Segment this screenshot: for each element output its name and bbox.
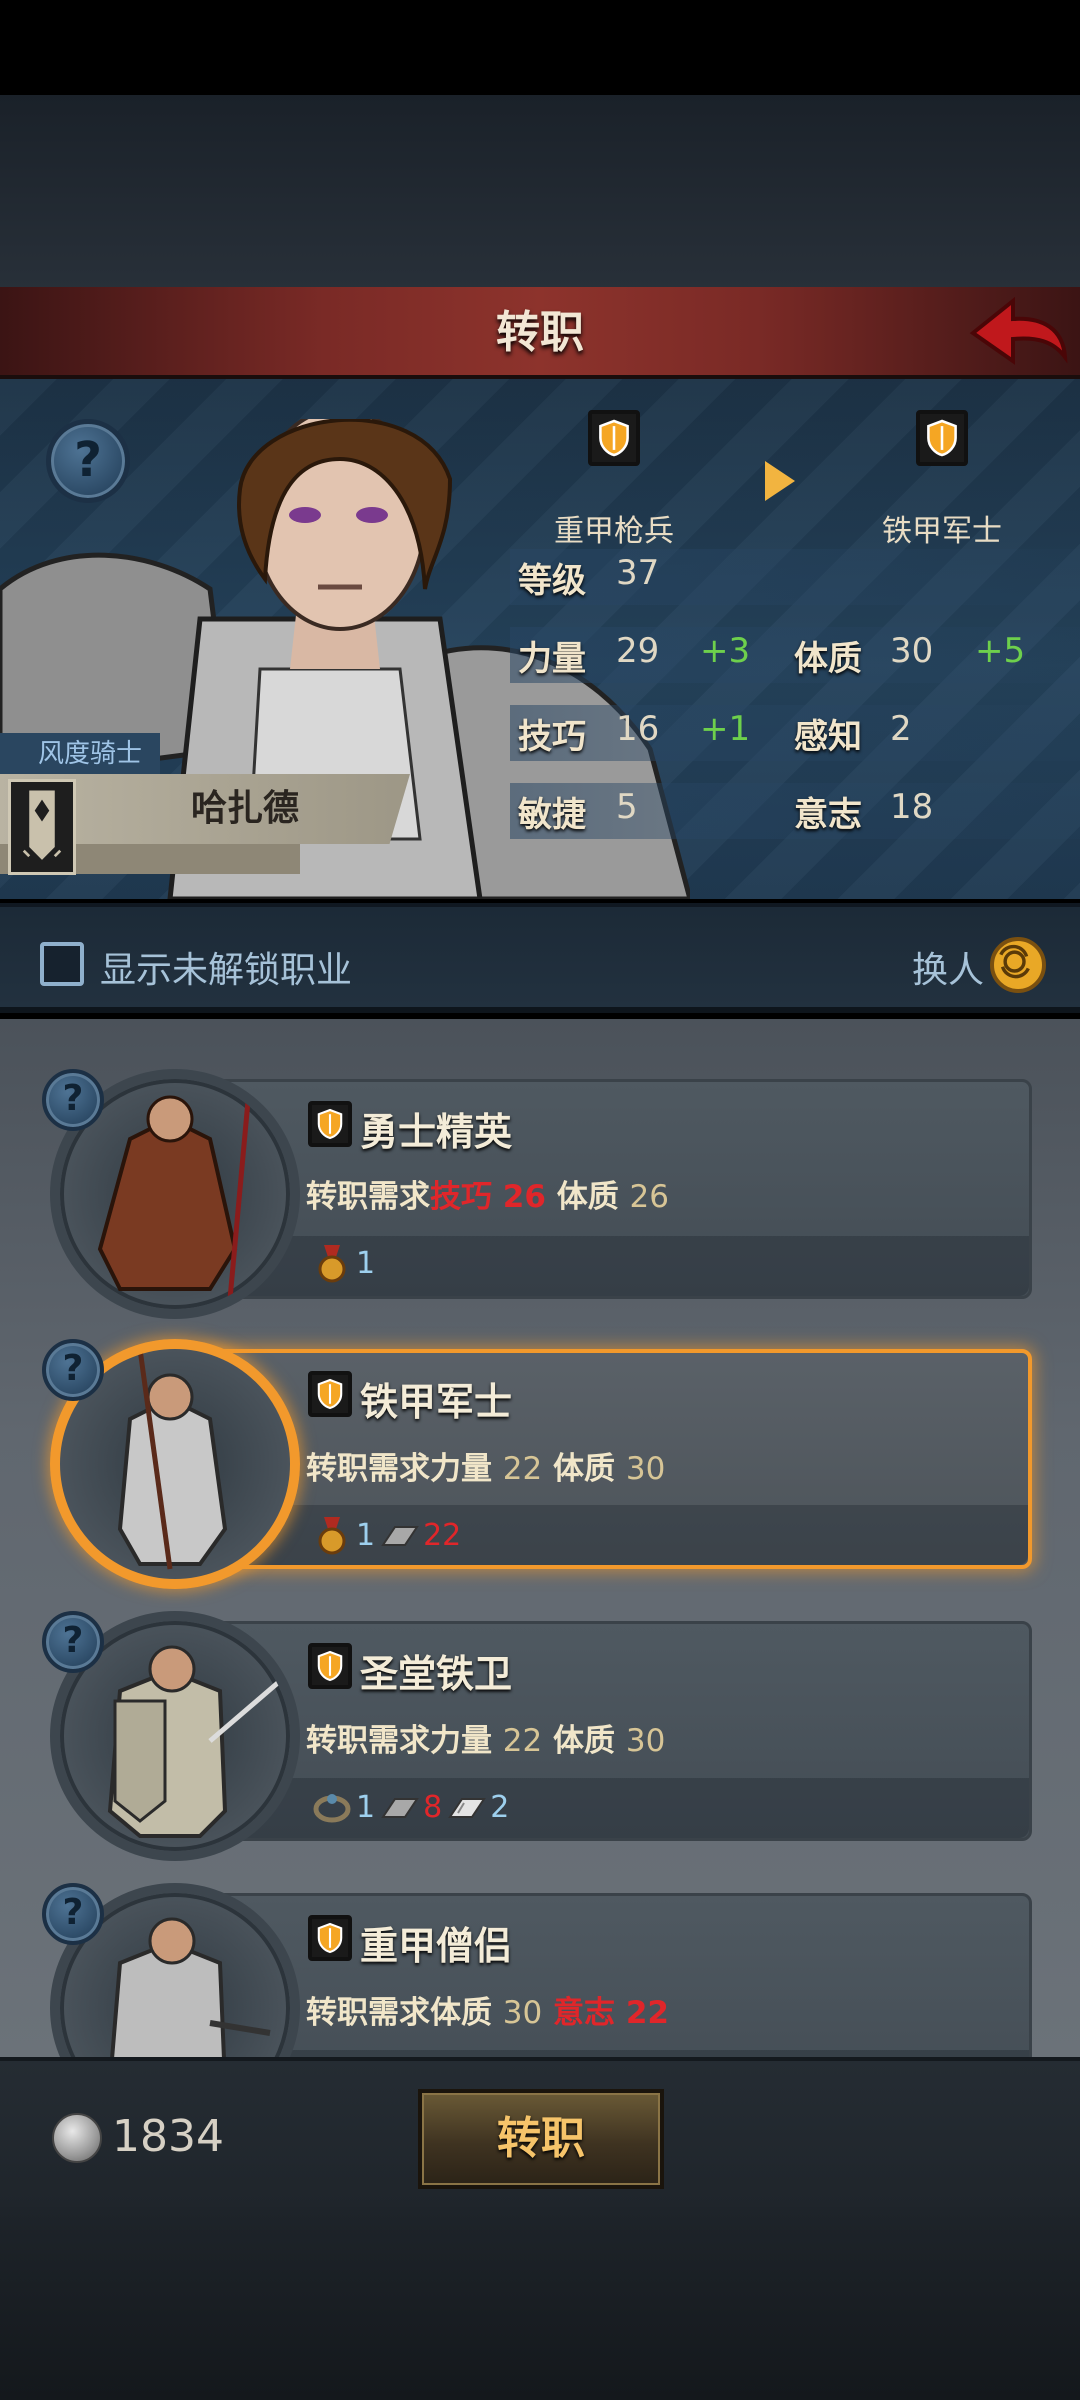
str-value: 29: [616, 631, 660, 671]
agi-value: 5: [616, 787, 638, 827]
steel-ingot-icon: [448, 1798, 487, 1818]
bottom-bar: 1834 转职: [0, 2057, 1080, 2207]
hero-name: 哈扎德: [190, 788, 299, 829]
per-value: 2: [890, 709, 912, 749]
level-value: 37: [616, 553, 660, 593]
item-count: 1: [356, 1245, 376, 1281]
target-class-icon: [916, 410, 968, 466]
title-bar: 转职: [0, 287, 1080, 379]
item-count: 1: [356, 1517, 376, 1553]
job-help-button-4[interactable]: ?: [42, 1883, 104, 1945]
will-value: 18: [890, 787, 934, 827]
job-req-1: 转职需求技巧 26 体质 26: [306, 1179, 669, 1215]
job-req-4: 转职需求体质 30 意志 22: [306, 1995, 669, 2031]
job-class-icon-4: [308, 1915, 352, 1961]
per-label: 感知: [794, 717, 862, 757]
job-help-button-2[interactable]: ?: [42, 1339, 104, 1401]
arrow-right-icon: [765, 461, 795, 501]
top-background: [0, 95, 1080, 290]
bottom-background: [0, 2207, 1080, 2400]
item-count: 22: [423, 1517, 462, 1553]
job-list: ? 勇士精英 转职需求技巧 26 体质 26 1 ? 铁甲军士 转职需求力量 2…: [0, 1019, 1080, 2057]
item-count: 2: [490, 1789, 510, 1825]
medal-icon: [318, 1245, 346, 1283]
skill-bonus: +1: [700, 709, 751, 749]
con-value: 30: [890, 631, 934, 671]
hero-panel: ? 风度骑士 哈扎德 重甲枪兵 铁甲军士 等级 37 力量 29 +3 体质 3…: [0, 379, 1080, 899]
status-bar: [0, 0, 1080, 95]
str-bonus: +3: [700, 631, 751, 671]
job-help-button-3[interactable]: ?: [42, 1611, 104, 1673]
str-label: 力量: [518, 639, 586, 679]
job-help-button-1[interactable]: ?: [42, 1069, 104, 1131]
job-req-2: 转职需求力量 22 体质 30: [306, 1451, 666, 1487]
job-title-1: 勇士精英: [360, 1110, 513, 1154]
con-bonus: +5: [975, 631, 1026, 671]
subclass-tag: 风度骑士: [0, 733, 160, 775]
medal-icon: [318, 1517, 346, 1555]
skill-value: 16: [616, 709, 660, 749]
job-class-icon-2: [308, 1371, 352, 1417]
job-class-icon-1: [308, 1101, 352, 1147]
job-title-3: 圣堂铁卫: [360, 1652, 513, 1696]
con-label: 体质: [794, 639, 862, 679]
agi-label: 敏捷: [518, 795, 586, 835]
show-locked-checkbox[interactable]: [40, 942, 84, 986]
skill-label: 技巧: [518, 717, 586, 757]
silver-coin-icon: [52, 2113, 102, 2163]
filter-bar: 显示未解锁职业 换人: [0, 903, 1080, 1013]
current-class-name: 重甲枪兵: [554, 514, 674, 549]
ring-icon: [313, 1794, 351, 1823]
guild-emblem-icon: [8, 779, 76, 875]
job-class-icon-3: [308, 1643, 352, 1689]
job-title-4: 重甲僧侣: [360, 1924, 513, 1968]
item-count: 8: [423, 1789, 443, 1825]
iron-ingot-icon: [381, 1798, 419, 1818]
page-title: 转职: [496, 307, 584, 358]
swap-hero-label[interactable]: 换人: [912, 941, 984, 993]
confirm-job-change-button[interactable]: 转职: [418, 2089, 664, 2189]
card-strip: [203, 2050, 1029, 2057]
level-label: 等级: [518, 561, 586, 601]
stat-row-level: [510, 549, 1080, 605]
swap-hero-icon[interactable]: [990, 937, 1046, 993]
job-items-3: 1 8 2: [312, 1787, 509, 1827]
currency-amount: 1834: [112, 2111, 224, 2162]
job-title-2: 铁甲军士: [360, 1380, 513, 1424]
job-items-1: 1: [312, 1243, 375, 1283]
will-label: 意志: [794, 795, 862, 835]
job-items-2: 1 22: [312, 1515, 461, 1555]
iron-ingot-icon: [381, 1526, 419, 1546]
target-class-name: 铁甲军士: [882, 514, 1002, 549]
current-class-icon: [588, 410, 640, 466]
job-req-3: 转职需求力量 22 体质 30: [306, 1723, 666, 1759]
item-count: 1: [356, 1789, 376, 1825]
back-arrow-icon[interactable]: [965, 295, 1070, 371]
show-locked-label[interactable]: 显示未解锁职业: [100, 941, 352, 993]
